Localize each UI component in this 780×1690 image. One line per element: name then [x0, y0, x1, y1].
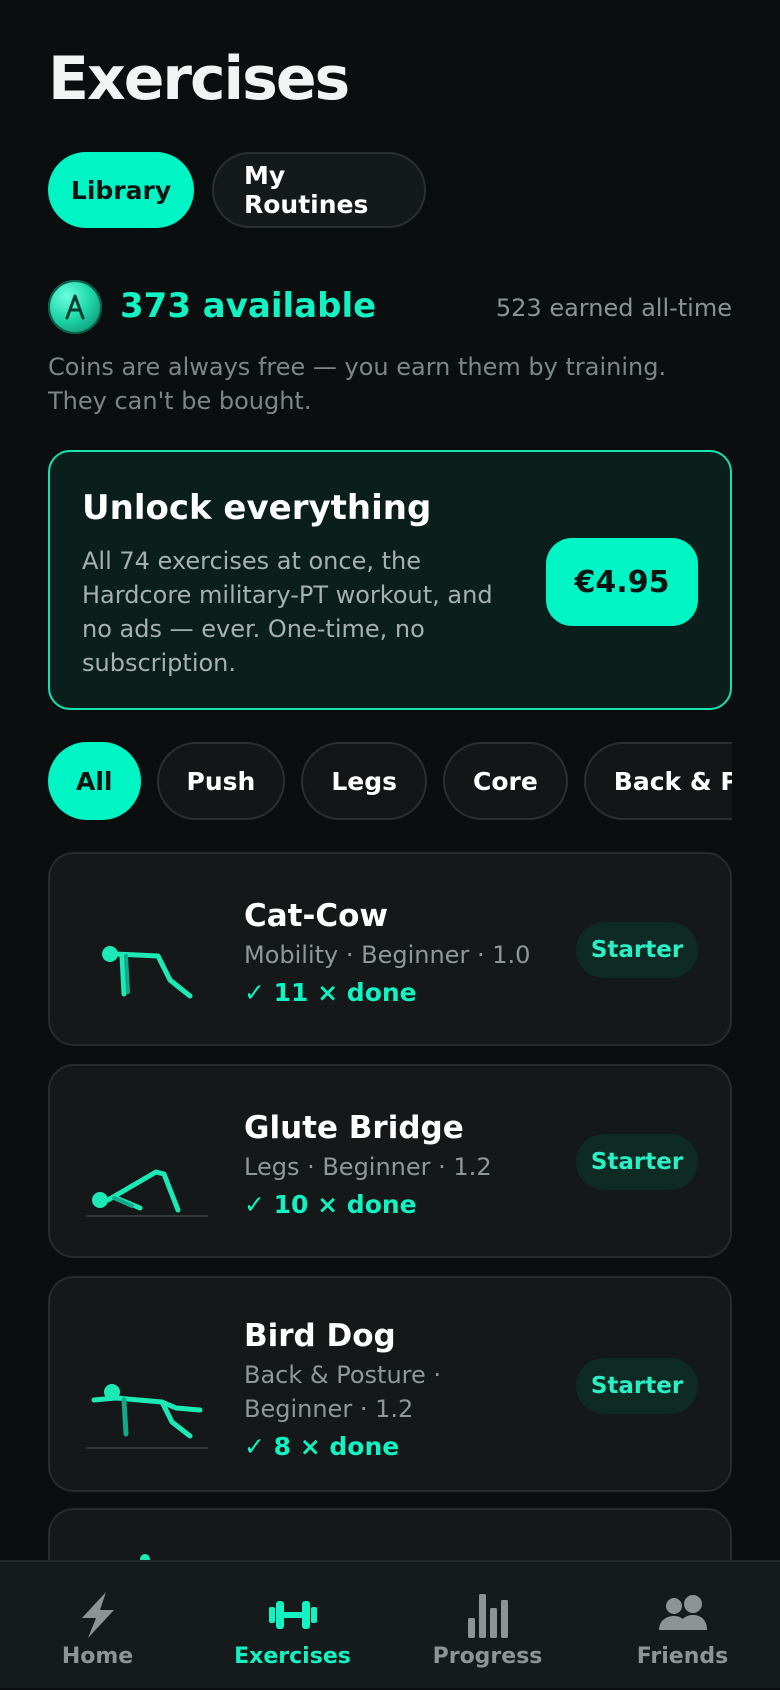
exercise-meta: Legs · Beginner · 1.2 — [244, 1153, 492, 1181]
starter-badge: Starter — [576, 1358, 698, 1414]
exercise-card[interactable]: Bird Dog Back & Posture · Beginner · 1.2… — [48, 1276, 732, 1492]
nav-exercises-label: Exercises — [234, 1644, 351, 1669]
filter-push[interactable]: Push — [156, 742, 286, 820]
nav-home[interactable]: Home — [0, 1562, 195, 1690]
unlock-title: Unlock everything — [82, 488, 432, 528]
filter-core[interactable]: Core — [442, 742, 568, 820]
filter-legs[interactable]: Legs — [301, 742, 427, 820]
exercise-name: Glute Bridge — [244, 1110, 464, 1146]
exercise-card[interactable]: Glute Bridge Legs · Beginner · 1.2 ✓ 10 … — [48, 1064, 732, 1258]
dumbbell-icon — [268, 1601, 317, 1629]
bar-chart-icon — [467, 1594, 508, 1638]
exercise-done-count: ✓ 10 × done — [244, 1190, 417, 1219]
starter-badge: Starter — [576, 1134, 698, 1190]
tab-my-routines[interactable]: My Routines — [212, 152, 426, 228]
coins-note: Coins are always free — you earn them by… — [48, 353, 667, 415]
nav-home-label: Home — [61, 1644, 134, 1669]
unlock-description: All 74 exercises at once, the Hardcore m… — [82, 547, 493, 677]
view-switcher: Library My Routines — [48, 152, 426, 228]
unlock-card: Unlock everything All 74 exercises at on… — [48, 450, 732, 710]
coin-balance: 373 available 523 earned all-time — [48, 280, 732, 336]
exercise-done-count: ✓ 11 × done — [244, 978, 417, 1007]
nav-friends-label: Friends — [636, 1644, 729, 1669]
cat-cow-figure-icon — [102, 946, 193, 999]
nav-progress[interactable]: Progress — [390, 1562, 585, 1690]
lightning-icon — [81, 1592, 114, 1638]
exercise-done-count: ✓ 8 × done — [244, 1432, 400, 1461]
coins-earned: 523 earned all-time — [495, 294, 732, 322]
coins-available: 373 available — [120, 286, 377, 326]
starter-badge: Starter — [576, 922, 698, 978]
exercise-meta: Back & Posture · Beginner · 1.2 — [244, 1361, 442, 1423]
bottom-nav: Home Exercises Progress Friends — [0, 1560, 780, 1688]
exercise-name: Cat-Cow — [244, 898, 389, 934]
nav-friends[interactable]: Friends — [585, 1562, 780, 1690]
exercise-card[interactable]: Cat-Cow Mobility · Beginner · 1.0 ✓ 11 ×… — [48, 852, 732, 1046]
coin-icon — [48, 280, 102, 334]
page-title: Exercises — [48, 44, 350, 114]
nav-progress-label: Progress — [432, 1644, 543, 1669]
glute-bridge-figure-icon — [86, 1169, 208, 1217]
exercise-name: Bird Dog — [244, 1318, 396, 1354]
filter-back-posture[interactable]: Back & Posture — [583, 742, 732, 820]
tab-library[interactable]: Library — [48, 152, 194, 228]
filter-all[interactable]: All — [48, 742, 141, 820]
buy-button[interactable]: €4.95 — [546, 538, 698, 626]
nav-exercises[interactable]: Exercises — [195, 1562, 390, 1690]
people-icon — [658, 1595, 707, 1630]
bird-dog-figure-icon — [86, 1384, 208, 1449]
category-filters: All Push Legs Core Back & Posture — [48, 742, 732, 822]
exercise-meta: Mobility · Beginner · 1.0 — [244, 941, 531, 969]
